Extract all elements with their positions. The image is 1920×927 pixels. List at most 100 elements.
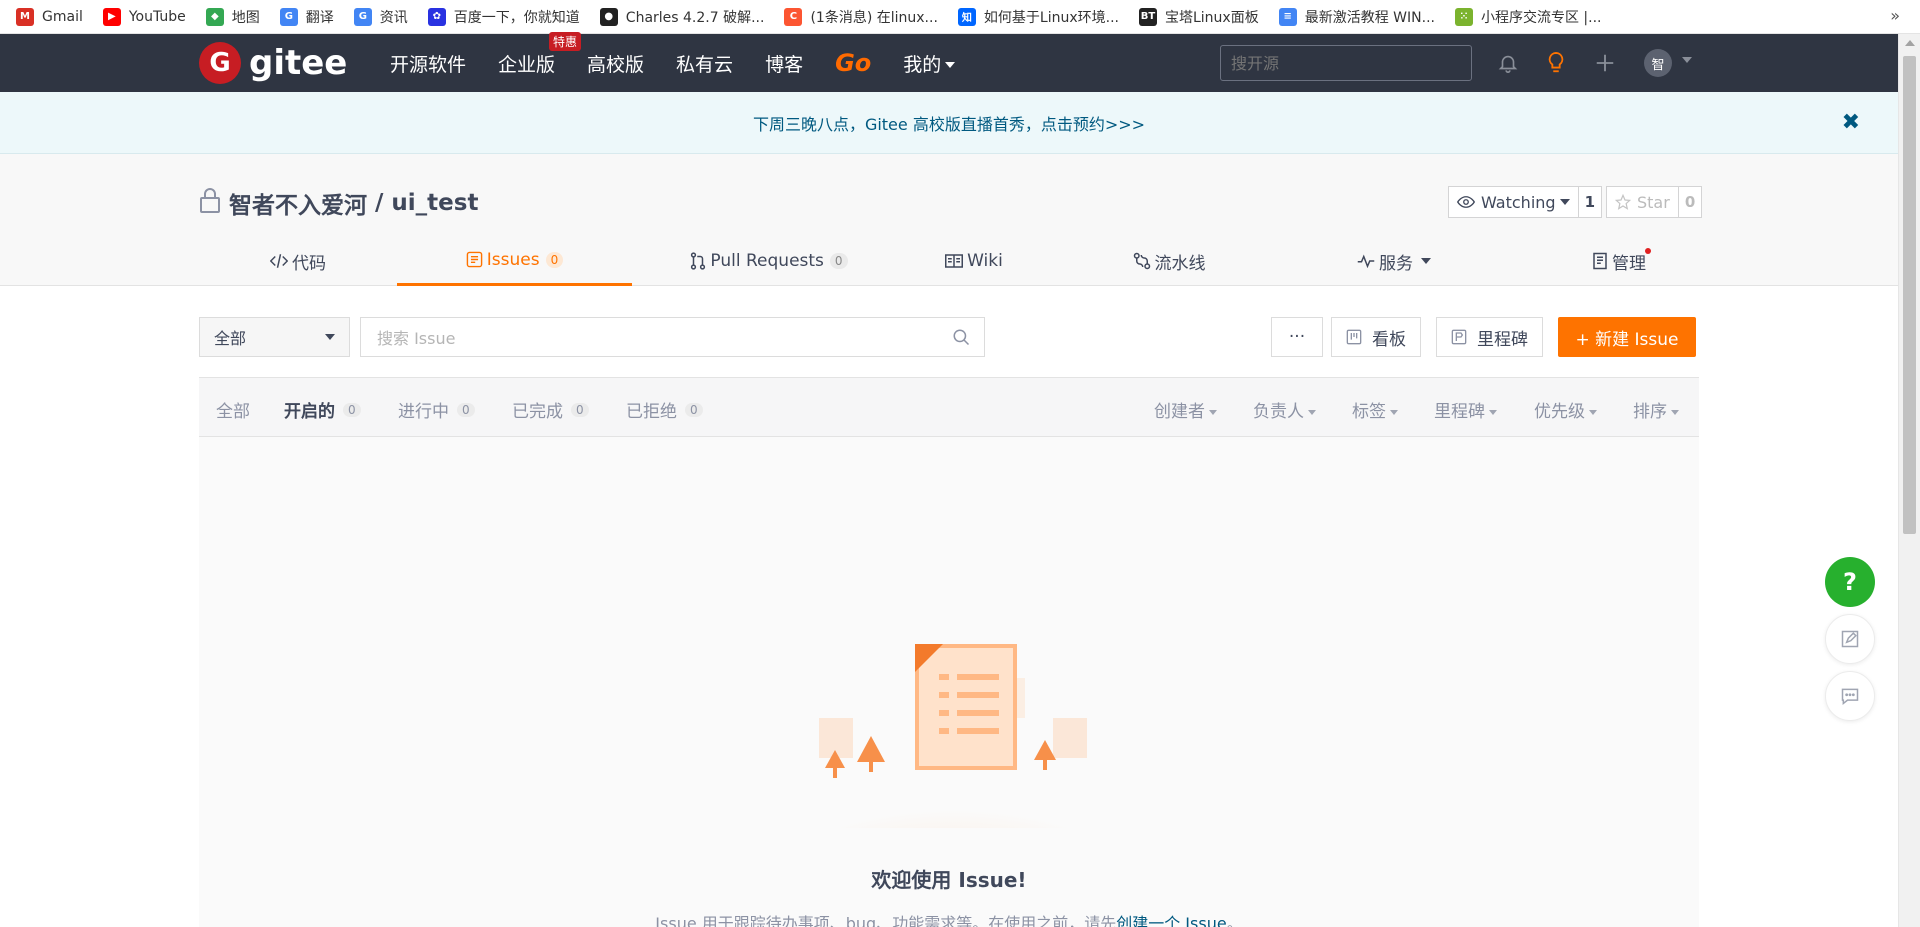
help-button[interactable]: ?: [1825, 557, 1875, 607]
bookmark-item[interactable]: 知如何基于Linux环境...: [957, 7, 1119, 27]
tab-code[interactable]: 代码: [199, 236, 397, 286]
github-icon: ●: [599, 7, 618, 26]
watching-button[interactable]: Watching: [1448, 186, 1579, 218]
state-all[interactable]: 全部: [216, 397, 250, 422]
filter-author[interactable]: 创建者: [1154, 397, 1217, 422]
filter-sort-label: 排序: [1633, 402, 1667, 422]
bookmark-label: (1条消息) 在linux...: [810, 9, 938, 26]
nav-link-private-cloud[interactable]: 私有云: [676, 50, 733, 77]
issue-scope-select[interactable]: 全部: [199, 317, 350, 357]
create-issue-link[interactable]: 创建一个 Issue: [1116, 914, 1226, 927]
plus-icon[interactable]: [1591, 49, 1619, 77]
filter-label[interactable]: 标签: [1352, 397, 1398, 422]
tab-wiki[interactable]: Wiki: [924, 236, 1024, 286]
kanban-button[interactable]: 看板: [1331, 317, 1421, 357]
nav-link-go[interactable]: Go: [835, 49, 871, 77]
bookmark-label: 如何基于Linux环境...: [983, 9, 1119, 26]
new-issue-button[interactable]: + 新建 Issue: [1558, 317, 1696, 357]
repo-tabs: 代码 Issues 0 Pull Requests 0 Wiki 流水线 服务 …: [199, 236, 1699, 286]
avatar-chevron-down-icon[interactable]: [1682, 57, 1692, 63]
kanban-label: 看板: [1372, 329, 1406, 350]
page-scrollbar[interactable]: [1898, 34, 1920, 927]
bookmark-item[interactable]: ✿ 百度一下，你就知道: [427, 7, 580, 27]
state-rejected-label: 已拒绝: [626, 402, 677, 422]
tab-pipeline[interactable]: 流水线: [1109, 236, 1229, 286]
search-icon[interactable]: [952, 328, 970, 350]
filter-priority[interactable]: 优先级: [1534, 397, 1597, 422]
filter-assignee[interactable]: 负责人: [1253, 397, 1316, 422]
issue-scope-value: 全部: [214, 329, 247, 348]
news-icon: G: [353, 7, 372, 26]
nav-link-enterprise[interactable]: 企业版 特惠: [498, 31, 582, 77]
filter-milestone[interactable]: 里程碑: [1434, 397, 1497, 422]
manage-icon: [1593, 252, 1607, 270]
lightbulb-icon[interactable]: [1542, 49, 1570, 77]
top-nav: G gitee 开源软件 企业版 特惠 高校版 私有云 博客 Go 我的 智: [0, 31, 1898, 92]
bookmark-label: 百度一下，你就知道: [453, 9, 580, 26]
kanban-icon: [1346, 329, 1362, 345]
scroll-up-arrow-icon[interactable]: [1905, 40, 1915, 46]
state-in-progress[interactable]: 进行中 0: [398, 397, 475, 422]
tab-service[interactable]: 服务: [1344, 236, 1444, 286]
bell-icon[interactable]: [1494, 49, 1522, 77]
gitee-logo[interactable]: G gitee: [199, 42, 347, 84]
state-rejected[interactable]: 已拒绝 0: [626, 397, 703, 422]
service-icon: [1357, 254, 1375, 268]
filter-assignee-label: 负责人: [1253, 402, 1304, 422]
more-button[interactable]: ···: [1271, 317, 1323, 357]
empty-issues-illustration: [773, 628, 1133, 918]
translate-icon: G: [279, 7, 298, 26]
filter-label-label: 标签: [1352, 402, 1386, 422]
state-open[interactable]: 开启的 0: [284, 397, 361, 422]
nav-link-mine[interactable]: 我的: [903, 50, 956, 77]
repo-owner-link[interactable]: 智者不入爱河: [229, 186, 367, 220]
nav-link-opensource[interactable]: 开源软件: [390, 50, 466, 77]
tab-code-label: 代码: [292, 253, 326, 274]
bookmark-label: YouTube: [128, 8, 186, 25]
state-open-count: 0: [343, 402, 361, 417]
feedback-button[interactable]: [1825, 614, 1875, 664]
avatar[interactable]: 智: [1644, 49, 1672, 77]
star-icon: [1615, 194, 1631, 210]
chevron-down-icon: [1589, 409, 1597, 415]
bookmark-item[interactable]: ◆ 地图: [205, 7, 260, 27]
bookmark-item[interactable]: ⁙ 小程序交流专区 |...: [1454, 7, 1602, 27]
tab-issues[interactable]: Issues 0: [397, 236, 632, 286]
bookmarks-overflow-icon[interactable]: »: [1890, 6, 1900, 25]
watching-count[interactable]: 1: [1578, 186, 1602, 218]
milestone-button[interactable]: 里程碑: [1436, 317, 1543, 357]
filter-milestone-label: 里程碑: [1434, 402, 1485, 422]
issues-panel: 全部 开启的 0 进行中 0 已完成 0 已拒绝 0 创建者 负责人 标签 里程碑 优先…: [199, 377, 1699, 927]
issue-search-input[interactable]: 搜索 Issue: [360, 317, 985, 357]
bookmark-item[interactable]: ▶ YouTube: [102, 7, 186, 26]
chat-button[interactable]: [1825, 671, 1875, 721]
bookmark-item[interactable]: G 资讯: [353, 7, 408, 27]
star-count[interactable]: 0: [1678, 186, 1703, 218]
tab-pull-requests[interactable]: Pull Requests 0: [669, 236, 869, 286]
filter-sort[interactable]: 排序: [1633, 397, 1679, 422]
chevron-down-icon: [1209, 409, 1217, 415]
csdn-icon: C: [784, 7, 803, 26]
bookmark-item[interactable]: ● Charles 4.2.7 破解...: [599, 7, 764, 27]
tab-service-label: 服务: [1379, 253, 1413, 274]
tab-issues-count: 0: [545, 251, 564, 268]
bookmark-item[interactable]: G 翻译: [279, 7, 334, 27]
global-search-input[interactable]: [1220, 45, 1472, 81]
bookmark-item[interactable]: BT 宝塔Linux面板: [1138, 7, 1259, 27]
state-all-label: 全部: [216, 402, 250, 422]
state-done[interactable]: 已完成 0: [512, 397, 589, 422]
bookmark-label: 宝塔Linux面板: [1164, 9, 1259, 26]
nav-link-education[interactable]: 高校版: [587, 50, 644, 77]
repo-name-link[interactable]: ui_test: [391, 190, 478, 216]
close-icon[interactable]: ✖: [1842, 110, 1860, 135]
tab-manage[interactable]: 管理: [1569, 236, 1669, 286]
state-done-count: 0: [571, 402, 589, 417]
scroll-thumb[interactable]: [1903, 56, 1916, 534]
gitee-logo-text: gitee: [249, 43, 348, 83]
bookmark-item[interactable]: C (1条消息) 在linux...: [784, 7, 938, 27]
bookmark-item[interactable]: M Gmail: [16, 7, 83, 26]
bookmark-item[interactable]: ≡ 最新激活教程 WIN...: [1278, 7, 1435, 27]
nav-link-blog[interactable]: 博客: [765, 50, 803, 77]
announcement-link[interactable]: 下周三晚八点，Gitee 高校版直播首秀，点击预约>>>: [753, 111, 1145, 135]
star-button[interactable]: Star: [1606, 186, 1679, 218]
